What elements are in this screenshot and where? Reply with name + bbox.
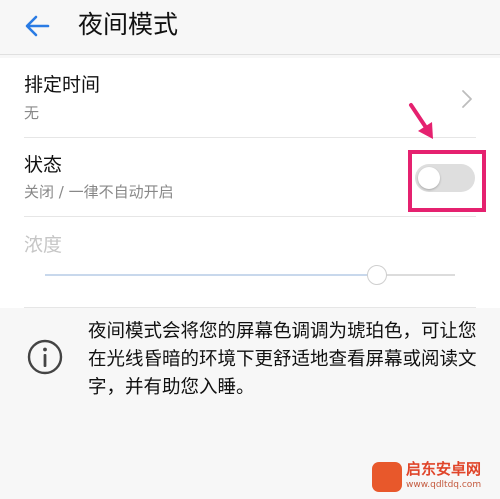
header-divider [0, 54, 500, 55]
chevron-right-icon [462, 90, 472, 108]
status-value: 关闭 / 一律不自动开启 [24, 183, 174, 201]
app-header: 夜间模式 [0, 0, 500, 54]
row-divider [24, 216, 476, 217]
slider-thumb[interactable] [367, 265, 388, 285]
info-description: 夜间模式会将您的屏幕色调调为琥珀色，可让您在光线昏暗的环境下更舒适地查看屏幕或阅… [88, 321, 477, 398]
status-label: 状态 [24, 154, 63, 176]
schedule-value: 无 [24, 104, 40, 122]
density-label: 浓度 [24, 234, 63, 256]
density-slider[interactable] [45, 265, 455, 285]
watermark-url: www.qdltdq.com [406, 480, 482, 490]
watermark: 启东安卓网 www.qdltdq.com [372, 460, 496, 496]
watermark-name: 启东安卓网 [406, 460, 482, 478]
schedule-label: 排定时间 [24, 74, 101, 96]
annotation-arrow-icon [409, 103, 433, 139]
page-title: 夜间模式 [78, 10, 179, 39]
slider-fill [45, 274, 378, 276]
highlight-box [408, 150, 486, 212]
section-divider [24, 307, 476, 308]
info-icon [27, 339, 63, 375]
watermark-logo-icon [372, 462, 402, 492]
back-arrow-icon[interactable] [22, 10, 54, 42]
